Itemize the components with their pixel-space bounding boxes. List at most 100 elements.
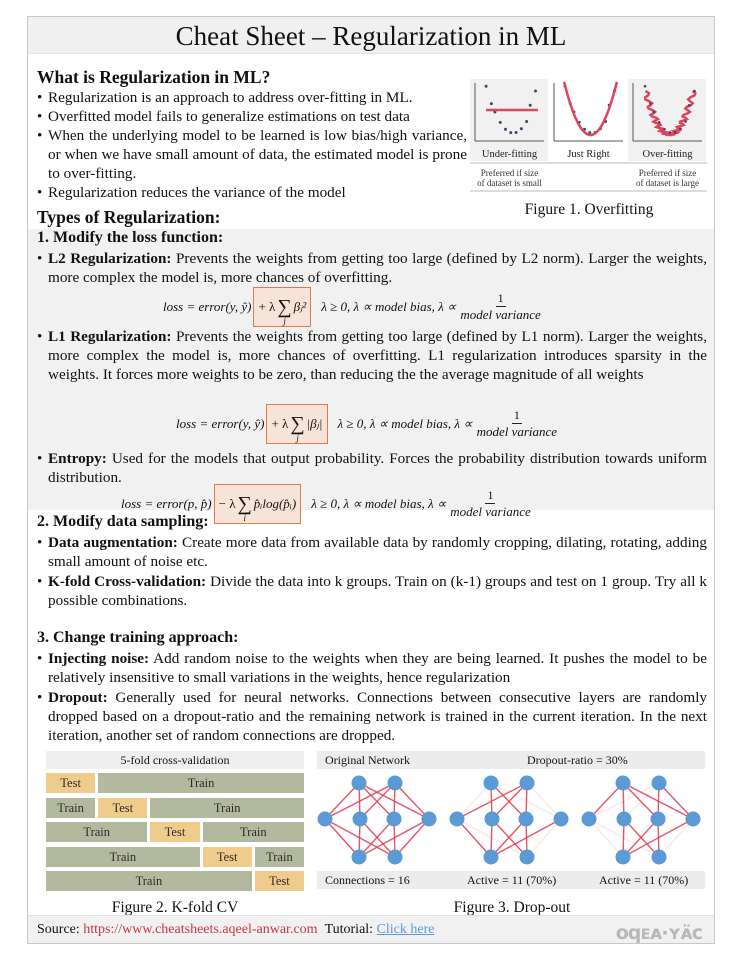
dropout-term: Dropout: — [48, 689, 108, 706]
neuron-node — [581, 811, 597, 827]
figure-kfold: 5-fold cross-validation Test Train Train Te… — [46, 751, 304, 916]
l1-penalty-highlight: + λ ∑ j |βⱼ| — [266, 404, 328, 444]
neuron-node — [615, 775, 631, 791]
figure1-caption: Figure 1. Overfitting — [524, 201, 654, 218]
train-fold: Train — [98, 773, 304, 793]
data-point — [657, 121, 661, 124]
noise-term: Injecting noise: — [48, 650, 150, 667]
panel-note: of dataset is small — [477, 178, 542, 188]
connections-stat: Connections = 16 — [325, 873, 410, 887]
data-point — [534, 89, 537, 93]
active-connection — [456, 818, 492, 858]
neuron-node — [483, 775, 499, 791]
dropout-item: • Dropout: Generally used for neural net… — [37, 689, 708, 744]
neuron-node — [651, 849, 667, 865]
train-fold: Train — [46, 797, 96, 818]
figure-overfitting: Under-fitting Preferred if size of dataset… — [470, 79, 708, 224]
panel-note: Preferred if size — [481, 168, 538, 178]
data-point — [687, 103, 691, 107]
data-point — [528, 103, 532, 107]
data-point — [663, 127, 666, 131]
neuron-node — [351, 775, 367, 791]
data-point — [693, 89, 696, 93]
entropy-term: Entropy: — [48, 450, 107, 467]
section2-heading: 2. Modify data sampling: — [37, 513, 209, 530]
dropout-ratio-label: Dropout-ratio = 30% — [527, 753, 628, 767]
figure-dropout: Original Network Dropout-ratio = 30% Con… — [317, 751, 707, 916]
data-point — [684, 120, 687, 123]
neuron-node — [685, 811, 701, 827]
test-fold: Test — [46, 773, 96, 793]
test-fold: Test — [150, 822, 200, 842]
section3-heading: 3. Change training approach: — [37, 629, 239, 646]
overfitting-plots: Under-fittingPreferred if sizeof dataset… — [470, 79, 707, 192]
l1-formula: loss = error(y, ŷ) + λ ∑ j |βⱼ| λ ≥ 0, λ ∝ … — [176, 404, 557, 444]
what-is-heading: What is Regularization in ML? — [37, 67, 271, 87]
formula-lhs: loss = error(p, p̂) — [121, 496, 212, 511]
neuron-node — [317, 811, 333, 827]
source-link[interactable]: https://www.cheatsheets.aqeel-anwar.com — [83, 922, 317, 937]
bullet-item: • Overfitted model fails to generalize es… — [37, 108, 410, 125]
data-point — [519, 127, 523, 131]
kfold-grid: Test Train Train Test Train Train Test Train Tra… — [46, 773, 304, 895]
l2-term: L2 Regularization: — [48, 250, 172, 267]
data-point — [525, 120, 529, 124]
original-network-label: Original Network — [325, 753, 410, 767]
neuron-node — [484, 811, 500, 827]
data-point — [509, 131, 513, 135]
neuron-node — [519, 775, 535, 791]
panel-note: of dataset is large — [636, 178, 699, 188]
panel-note: Preferred if size — [639, 168, 696, 178]
active-stat-2: Active = 11 (70%) — [599, 873, 689, 887]
neuron-node — [387, 849, 403, 865]
dropout-text: Generally used for neural networks. Conn… — [48, 689, 708, 744]
augmentation-term: Data augmentation: — [48, 534, 178, 551]
active-connection — [324, 818, 360, 858]
train-fold: Train — [202, 822, 304, 842]
kfold-item: • K-fold Cross-validation: Divide the da… — [37, 573, 707, 609]
section-data-sampling: 2. Modify data sampling: • Data augmenta… — [28, 513, 714, 613]
cheat-sheet: Cheat Sheet – Regularization in ML What … — [27, 16, 715, 944]
entropy-text: Used for the models that output probabil… — [48, 450, 707, 486]
formula-conditions: λ ≥ 0, λ ∝ model bias, λ ∝ — [311, 496, 447, 511]
neuron-node — [351, 849, 367, 865]
formula-conditions: λ ≥ 0, λ ∝ model bias, λ ∝ — [321, 299, 457, 314]
neuron-node — [650, 811, 666, 827]
l2-formula: loss = error(y, ŷ) + λ ∑ j βⱼ² λ ≥ 0, λ ∝ m… — [163, 287, 541, 327]
bullet-item: • When the underlying model to be learned… — [37, 127, 467, 182]
active-stat-1: Active = 11 (70%) — [467, 873, 557, 887]
test-fold: Test — [202, 846, 252, 867]
neuron-node — [421, 811, 437, 827]
formula-conditions: λ ≥ 0, λ ∝ model bias, λ ∝ — [337, 416, 473, 431]
l1-item: • L1 Regularization: Prevents the weight… — [37, 328, 707, 383]
train-fold: Train — [254, 846, 304, 867]
neuron-node — [615, 849, 631, 865]
data-augmentation-item: • Data augmentation: Create more data fr… — [37, 534, 707, 570]
data-point — [498, 120, 502, 124]
active-connection — [394, 818, 430, 858]
train-fold: Train — [46, 846, 200, 867]
neuron-node — [387, 775, 403, 791]
train-fold: Train — [46, 871, 252, 891]
l2-penalty-highlight: + λ ∑ j βⱼ² — [253, 287, 312, 327]
formula-lhs: loss = error(y, ŷ) — [176, 416, 265, 431]
data-point — [679, 127, 682, 131]
dropout-header-band: Original Network Dropout-ratio = 30% — [317, 751, 705, 769]
formula-fraction: 1 model variance — [460, 291, 541, 322]
data-point — [643, 84, 647, 88]
neuron-node — [352, 811, 368, 827]
data-point — [484, 84, 488, 88]
types-heading: Types of Regularization: — [37, 207, 221, 227]
kfold-header: 5-fold cross-validation — [46, 751, 304, 769]
tutorial-link[interactable]: Click here — [377, 922, 435, 937]
l2-item: • L2 Regularization: Prevents the weight… — [37, 250, 707, 286]
bullet-item: • Regularization reduces the variance of … — [37, 184, 346, 201]
dropped-connection — [588, 818, 624, 858]
bullet-item: • Regularization is an approach to addres… — [37, 89, 413, 106]
test-fold: Test — [254, 871, 304, 891]
dropout-stats-band: Connections = 16 Active = 11 (70%) Activ… — [317, 871, 705, 889]
kfold-term: K-fold Cross-validation: — [48, 573, 207, 590]
data-point — [668, 131, 672, 134]
train-fold: Train — [46, 822, 148, 842]
dropped-connection — [526, 818, 562, 858]
